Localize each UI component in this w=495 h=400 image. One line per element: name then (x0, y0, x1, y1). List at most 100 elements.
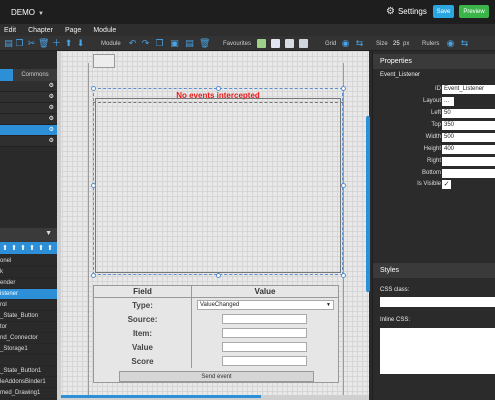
favourite-media-icon[interactable] (285, 39, 294, 48)
tab-pages[interactable] (0, 69, 13, 81)
send-event-button[interactable]: Send event (119, 371, 314, 382)
page-settings-icon[interactable]: ⚙ (49, 115, 54, 122)
copy-icon[interactable]: ❐ (15, 39, 24, 48)
vertical-scrollbar[interactable] (366, 116, 370, 292)
prop-left: Left 50 (373, 109, 495, 119)
list-item[interactable]: k (0, 267, 57, 278)
inline-css-textarea[interactable] (380, 328, 495, 374)
undo-icon[interactable]: ↶ (128, 39, 137, 48)
objects-header[interactable]: ▼ (0, 228, 57, 242)
page-row[interactable]: ⚙ (0, 92, 57, 103)
prop-id-input[interactable]: Event_Listener (442, 85, 495, 94)
resize-handle[interactable] (91, 273, 96, 278)
list-item[interactable]: rol (0, 300, 57, 311)
move-down-icon[interactable]: ⬆ (19, 244, 27, 252)
add-icon[interactable]: ＋ (52, 39, 61, 48)
move-down-icon[interactable]: ⬇ (76, 39, 85, 48)
resize-handle[interactable] (341, 86, 346, 91)
move-bottom-icon[interactable]: ⬆ (28, 244, 36, 252)
event-listener-module[interactable] (95, 98, 341, 273)
module-copy-icon[interactable]: ❐ (155, 39, 164, 48)
save-button[interactable]: Save (433, 5, 454, 18)
page-settings-icon[interactable]: ⚙ (49, 82, 54, 89)
preview-button[interactable]: Preview (459, 5, 489, 18)
prop-width-input[interactable]: 500 (442, 133, 495, 142)
resize-handle[interactable] (216, 86, 221, 91)
list-item[interactable]: leAddonsBinder1 (0, 377, 57, 388)
list-item[interactable]: _State_Button1 (0, 366, 57, 377)
size-value[interactable]: 25 (393, 39, 400, 49)
resize-handle[interactable] (91, 86, 96, 91)
resize-handle[interactable] (91, 183, 96, 188)
header-value: Value (254, 287, 276, 296)
css-class-input[interactable] (380, 297, 495, 307)
menu-page[interactable]: Page (65, 27, 81, 34)
list-item[interactable]: nd_Connector (0, 333, 57, 344)
menu-module[interactable]: Module (93, 27, 116, 34)
value-input[interactable] (222, 342, 307, 352)
prop-top-input[interactable]: 350 (442, 121, 495, 130)
prop-bottom-input[interactable] (442, 169, 495, 178)
app-title-dropdown[interactable]: DEMO ▼ (11, 8, 44, 17)
prop-right-input[interactable] (442, 157, 495, 166)
list-item-selected[interactable]: istener (0, 289, 57, 300)
page-row[interactable]: ⚙ (0, 114, 57, 125)
page-settings-icon[interactable]: ⚙ (49, 104, 54, 111)
page-row[interactable]: ⚙ (0, 136, 57, 147)
score-input[interactable] (222, 356, 307, 366)
resize-handle[interactable] (216, 273, 221, 278)
list-item[interactable]: onel (0, 256, 57, 267)
prop-layout-button[interactable]: ... (442, 97, 454, 106)
resize-handle[interactable] (341, 273, 346, 278)
list-item[interactable]: tor (0, 322, 57, 333)
page-row[interactable]: ⚙ (0, 103, 57, 114)
rulers-snap-icon[interactable]: ⇆ (460, 39, 469, 48)
list-item[interactable]: ender (0, 278, 57, 289)
favourite-text-icon[interactable] (271, 39, 280, 48)
paste-icon[interactable]: ▤ (4, 39, 13, 48)
page-row[interactable]: ⚙ (0, 81, 57, 92)
rulers-visibility-icon[interactable]: ◉ (446, 39, 455, 48)
page-row-selected[interactable]: ⚙ (0, 125, 57, 136)
left-panel-tabs: Commons (0, 69, 57, 81)
horizontal-scrollbar[interactable] (61, 395, 261, 398)
canvas-element[interactable] (93, 54, 115, 68)
page-settings-icon[interactable]: ⚙ (49, 93, 54, 100)
prop-left-input[interactable]: 50 (442, 109, 495, 118)
favourite-edit-icon[interactable] (299, 39, 308, 48)
menu-edit[interactable]: Edit (4, 27, 16, 34)
item-input[interactable] (222, 328, 307, 338)
list-item[interactable]: _Storage1 (0, 344, 57, 355)
settings-button[interactable]: ⚙ Settings (386, 6, 427, 17)
is-visible-checkbox[interactable]: ✓ (442, 180, 451, 189)
grid-visibility-icon[interactable]: ◉ (341, 39, 350, 48)
cut-icon[interactable]: ✂ (27, 39, 36, 48)
prop-height-input[interactable]: 400 (442, 145, 495, 154)
move-last-icon[interactable]: ⬆ (46, 244, 54, 252)
redo-icon[interactable]: ↷ (141, 39, 150, 48)
chevron-down-icon: ▼ (326, 302, 331, 308)
list-item[interactable]: _State_Button (0, 311, 57, 322)
list-item[interactable] (0, 355, 57, 366)
field-source-label: Source: (94, 312, 192, 326)
list-item[interactable]: med_Drawing1 (0, 388, 57, 399)
menu-chapter[interactable]: Chapter (28, 27, 53, 34)
tab-commons[interactable]: Commons (13, 69, 57, 81)
module-delete-icon[interactable]: 🗑 (199, 39, 210, 48)
module-duplicate-icon[interactable]: ▣ (170, 39, 179, 48)
page-settings-icon[interactable]: ⚙ (49, 126, 54, 133)
grid-snap-icon[interactable]: ⇆ (355, 39, 364, 48)
move-up-icon[interactable]: ⬆ (64, 39, 73, 48)
source-input[interactable] (222, 314, 307, 324)
move-next-icon[interactable]: ⬆ (37, 244, 45, 252)
move-top-icon[interactable]: ⬆ (1, 244, 9, 252)
delete-icon[interactable]: 🗑 (38, 39, 49, 48)
type-select[interactable]: ValueChanged ▼ (197, 300, 334, 310)
favourite-image-icon[interactable] (257, 39, 266, 48)
module-paste-icon[interactable]: ▤ (185, 39, 194, 48)
resize-handle[interactable] (341, 183, 346, 188)
page-settings-icon[interactable]: ⚙ (49, 137, 54, 144)
move-up-icon[interactable]: ⬆ (10, 244, 18, 252)
prop-left-label: Left (430, 110, 441, 116)
settings-label: Settings (397, 7, 427, 16)
